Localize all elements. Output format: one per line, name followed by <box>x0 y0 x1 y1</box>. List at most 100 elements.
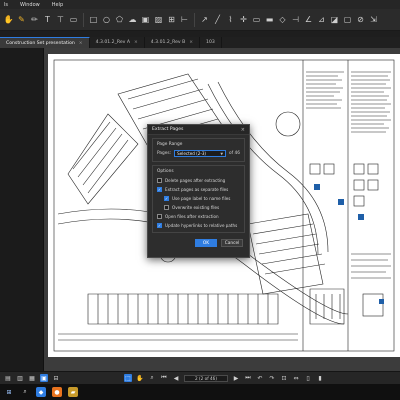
close-icon[interactable]: × <box>134 40 138 45</box>
pages-select-value: Selected (2-3) <box>177 151 207 156</box>
pages-select[interactable]: Selected (2-3) ▼ <box>174 150 227 157</box>
arrow-icon[interactable]: ↗ <box>199 14 210 25</box>
forward-icon[interactable]: ↷ <box>268 374 276 382</box>
use-page-label-checkbox[interactable]: ✓ <box>164 196 169 201</box>
search-icon[interactable]: ⌕ <box>20 387 30 397</box>
length-icon[interactable]: ⊣ <box>290 14 301 25</box>
polygon-icon[interactable]: ⬠ <box>114 14 125 25</box>
left-panel <box>0 48 44 371</box>
layers-icon[interactable]: ▦ <box>28 374 36 382</box>
bookmarks-icon[interactable]: ▥ <box>16 374 24 382</box>
update-hyperlinks-checkbox[interactable]: ✓ <box>157 223 162 228</box>
crosshair-icon[interactable]: ✛ <box>238 14 249 25</box>
close-icon[interactable]: × <box>79 41 83 46</box>
start-icon[interactable]: ⊞ <box>4 387 14 397</box>
tab-rev-b[interactable]: 4.3.01.2_Rev B × <box>145 37 201 48</box>
fit-width-icon[interactable]: ⇔ <box>292 374 300 382</box>
perimeter-icon[interactable]: ▢ <box>342 14 353 25</box>
tab-rev-a[interactable]: 4.3.01.2_Rev A × <box>90 37 145 48</box>
back-icon[interactable]: ↶ <box>256 374 264 382</box>
update-hyperlinks-label: Update hyperlinks to relative paths <box>165 223 238 228</box>
diameter-icon[interactable]: ⊘ <box>355 14 366 25</box>
panel-icon[interactable]: ▣ <box>40 374 48 382</box>
menu-item-help[interactable]: Help <box>52 2 63 8</box>
continuous-icon[interactable]: ▮ <box>316 374 324 382</box>
hand-tool-icon[interactable]: ✋ <box>136 374 144 382</box>
attach-icon[interactable]: ⊞ <box>166 14 177 25</box>
image-icon[interactable]: ▨ <box>153 14 164 25</box>
first-page-icon[interactable]: ⏮ <box>160 374 168 382</box>
use-page-label-option[interactable]: ✓ Use page label to name files <box>164 196 240 201</box>
tab-label: 4.3.01.2_Rev A <box>95 40 131 45</box>
open-files-option[interactable]: Open files after extraction <box>157 214 240 219</box>
previous-page-icon[interactable]: ◀ <box>172 374 180 382</box>
overwrite-option[interactable]: Overwrite existing files <box>164 205 240 210</box>
menu-item-window[interactable]: Window <box>20 2 40 8</box>
count-icon[interactable]: ⊿ <box>316 14 327 25</box>
ellipse-icon[interactable]: ○ <box>101 14 112 25</box>
toolbar: ✋ ✎ ✏ T ⊤ ▭ □ ○ ⬠ ☁ ▣ ▨ ⊞ ⊢ ↗ ╱ ⌇ ✛ ▭ ▬ … <box>0 9 400 31</box>
page-count-label: of 46 <box>229 151 241 156</box>
angle-icon[interactable]: ∠ <box>303 14 314 25</box>
cancel-button[interactable]: Cancel <box>221 239 243 247</box>
dialog-buttons: OK Cancel <box>148 236 249 247</box>
options-group: Options Delete pages after extracting ✓ … <box>152 165 245 233</box>
separate-files-label: Extract pages as separate files <box>165 187 229 192</box>
os-taskbar: ⊞ ⌕ ◆ ● ▰ <box>0 384 400 400</box>
overwrite-checkbox[interactable] <box>164 205 169 210</box>
single-page-icon[interactable]: ▯ <box>304 374 312 382</box>
page-range-group: Page Range Pages: Selected (2-3) ▼ of 46 <box>152 138 245 162</box>
dialog-title-bar: Extract Pages × <box>148 125 249 135</box>
page-range-heading: Page Range <box>157 142 183 147</box>
menu-item-file[interactable]: ls <box>4 2 8 8</box>
redact-icon[interactable]: ▬ <box>264 14 275 25</box>
delete-pages-label: Delete pages after extracting <box>165 178 226 183</box>
pages-row: Pages: Selected (2-3) ▼ of 46 <box>157 150 240 157</box>
pan-icon[interactable]: ✋ <box>3 14 14 25</box>
close-icon[interactable]: × <box>241 127 245 133</box>
callout-icon[interactable]: ⊤ <box>55 14 66 25</box>
separate-files-option[interactable]: ✓ Extract pages as separate files <box>157 187 240 192</box>
use-page-label-label: Use page label to name files <box>172 196 231 201</box>
update-hyperlinks-option[interactable]: ✓ Update hyperlinks to relative paths <box>157 223 240 228</box>
browser-app-icon[interactable]: ● <box>52 387 62 397</box>
tab-103[interactable]: 103 <box>200 37 222 48</box>
open-files-checkbox[interactable] <box>157 214 162 219</box>
highlight-icon[interactable]: ✎ <box>16 14 27 25</box>
calibrate-icon[interactable]: ⇲ <box>368 14 379 25</box>
properties-icon[interactable]: ⊟ <box>52 374 60 382</box>
toolbar-divider <box>83 12 84 27</box>
line-icon[interactable]: ╱ <box>212 14 223 25</box>
close-icon[interactable]: × <box>189 40 193 45</box>
folder-app-icon[interactable]: ▰ <box>68 387 78 397</box>
text-icon[interactable]: T <box>42 14 53 25</box>
tab-label: 4.3.01.2_Rev B <box>150 40 186 45</box>
pen-icon[interactable]: ✏ <box>29 14 40 25</box>
tab-construction-set[interactable]: Construction Set presentation × <box>0 37 90 48</box>
thumbnails-icon[interactable]: ▤ <box>4 374 12 382</box>
tab-label: Construction Set presentation <box>6 40 75 46</box>
fit-page-icon[interactable]: ⊡ <box>280 374 288 382</box>
ok-button[interactable]: OK <box>195 239 217 247</box>
pages-label: Pages: <box>157 151 172 156</box>
next-page-icon[interactable]: ▶ <box>232 374 240 382</box>
volume-icon[interactable]: ◪ <box>329 14 340 25</box>
shape-icon[interactable]: ▭ <box>251 14 262 25</box>
last-page-icon[interactable]: ⏭ <box>244 374 252 382</box>
stamp-icon[interactable]: ▣ <box>140 14 151 25</box>
separate-files-checkbox[interactable]: ✓ <box>157 187 162 192</box>
status-bar: ▤ ▥ ▦ ▣ ⊟ ⬚ ✋ ⌕ ⏮ ◀ 2 (2 of 46) ▶ ⏭ ↶ ↷ … <box>0 371 400 384</box>
page-number-field[interactable]: 2 (2 of 46) <box>184 374 228 382</box>
area-icon[interactable]: ◇ <box>277 14 288 25</box>
bluebeam-app-icon[interactable]: ◆ <box>36 387 46 397</box>
delete-pages-checkbox[interactable] <box>157 178 162 183</box>
textbox-icon[interactable]: ▭ <box>68 14 79 25</box>
rectangle-icon[interactable]: □ <box>88 14 99 25</box>
zoom-tool-icon[interactable]: ⌕ <box>148 374 156 382</box>
measure-icon[interactable]: ⊢ <box>179 14 190 25</box>
select-tool-icon[interactable]: ⬚ <box>124 374 132 382</box>
delete-pages-option[interactable]: Delete pages after extracting <box>157 178 240 183</box>
polyline-icon[interactable]: ⌇ <box>225 14 236 25</box>
cloud-icon[interactable]: ☁ <box>127 14 138 25</box>
overwrite-label: Overwrite existing files <box>172 205 220 210</box>
